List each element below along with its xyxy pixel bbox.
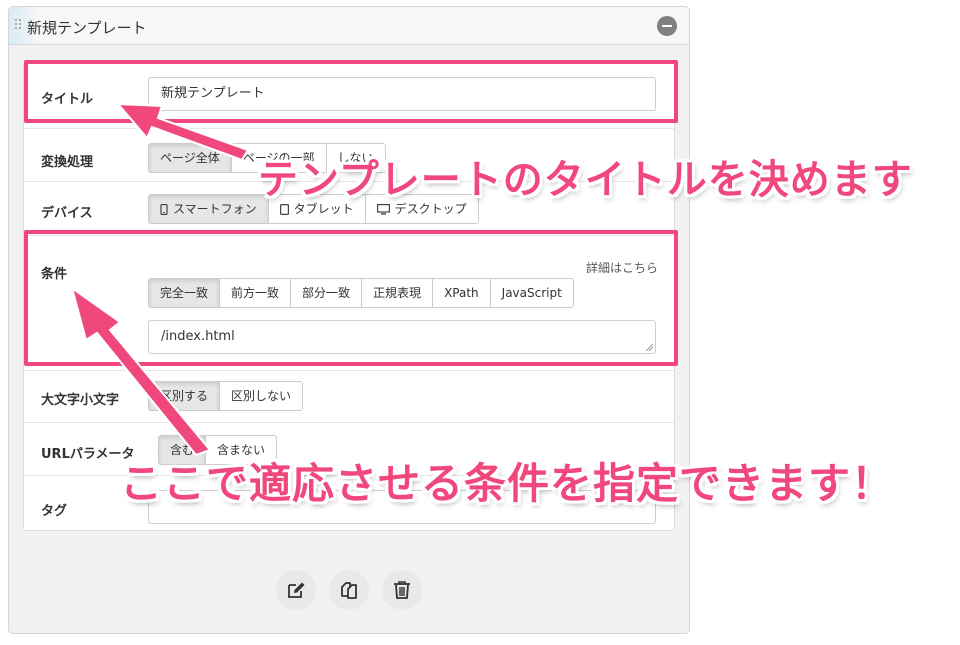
device-option-smartphone-label: スマートフォン [173,202,257,216]
transform-label: 変換処理 [41,155,94,170]
title-callout: テンプレートのタイトルを決めます [258,157,913,203]
condition-callout: ここで適応させる条件を指定できます！ [120,459,895,508]
trash-icon [394,581,410,599]
edit-icon [288,582,305,598]
desktop-icon [376,203,390,215]
tag-label: タグ [41,504,68,519]
edit-button[interactable] [276,570,316,610]
case-label: 大文字小文字 [41,393,120,408]
smartphone-icon [160,203,168,215]
copy-button[interactable] [329,570,369,610]
case-option-sensitive[interactable]: 区別する [148,381,221,411]
title-highlight-box [24,60,678,123]
panel-title: 新規テンプレート [27,19,147,37]
condition-highlight-box [24,230,678,366]
device-label: デバイス [41,206,93,221]
case-row: 大文字小文字 区別する 区別しない [24,370,674,422]
transform-option-full-page[interactable]: ページ全体 [148,143,232,173]
device-option-smartphone[interactable]: スマートフォン [148,194,269,224]
panel-header: 新規テンプレート [9,7,689,45]
case-options: 区別する 区別しない [148,381,304,411]
delete-button[interactable] [382,570,422,610]
collapse-icon[interactable] [657,16,677,36]
tablet-icon [279,203,289,215]
copy-icon [341,582,357,599]
case-option-insensitive[interactable]: 区別しない [219,381,304,411]
grip-icon[interactable] [15,19,21,31]
